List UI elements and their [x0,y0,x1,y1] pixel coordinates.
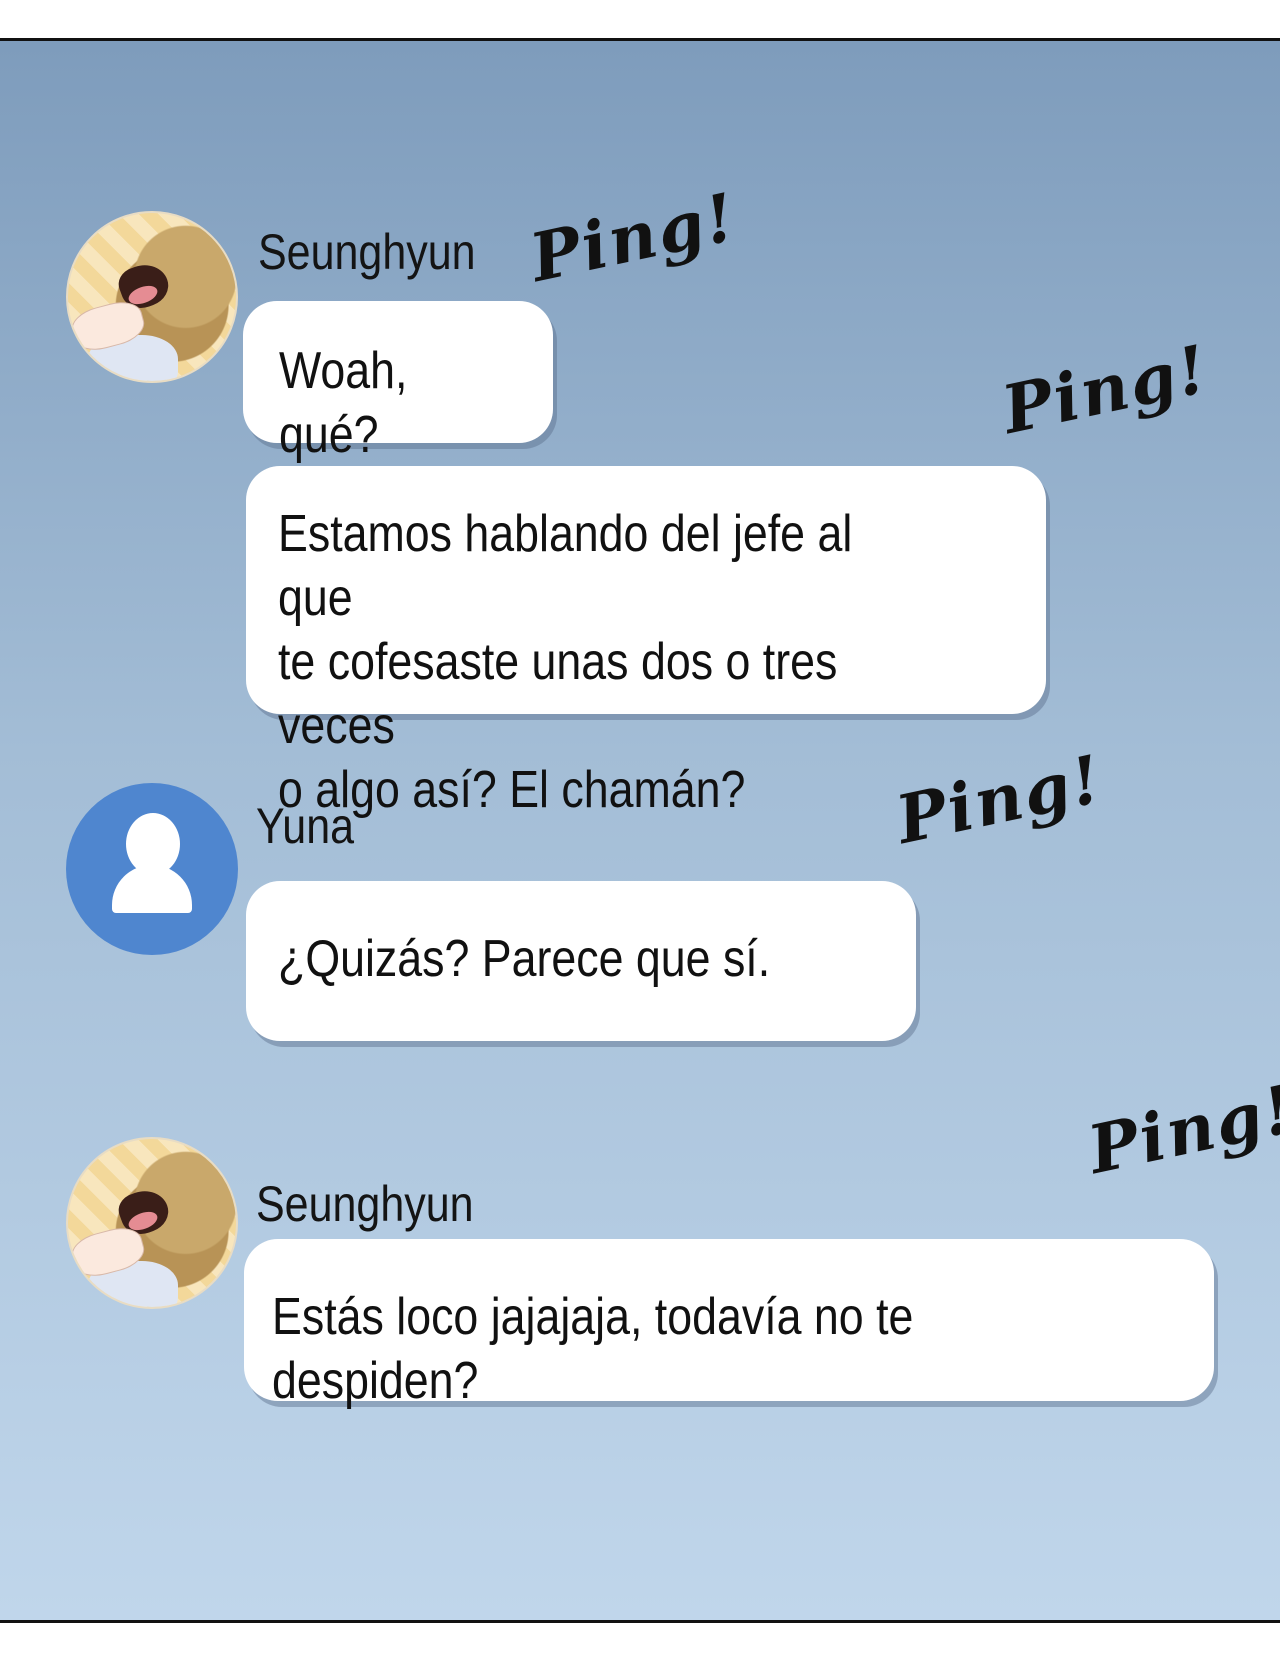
message-text: Estamos hablando del jefe al que te cofe… [278,505,853,819]
ping-sfx: Ping! [995,329,1216,449]
sender-name: Seunghyun [258,224,476,280]
message-bubble: Estás loco jajajaja, todavía no te despi… [244,1239,1214,1410]
comic-panel: Seunghyun Ping! Woah, qué? Ping! Estamos… [0,38,1280,1623]
message-text: ¿Quizás? Parece que sí. [278,930,771,988]
sender-name: Seunghyun [256,1176,474,1232]
message-bubble: Estamos hablando del jefe al que te cofe… [246,466,1046,819]
message-bubble: ¿Quizás? Parece que sí. [246,881,916,1041]
seunghyun-avatar [66,211,238,383]
ping-sfx: Ping! [523,177,744,297]
message-bubble: Woah, qué? [243,301,553,464]
message-text: Estás loco jajajaja, todavía no te despi… [272,1288,914,1410]
sender-name: Yuna [256,798,355,854]
yuna-avatar [66,783,238,955]
ping-sfx: Ping! [1081,1069,1280,1189]
seunghyun-avatar [66,1137,238,1309]
message-text: Woah, qué? [279,342,408,464]
